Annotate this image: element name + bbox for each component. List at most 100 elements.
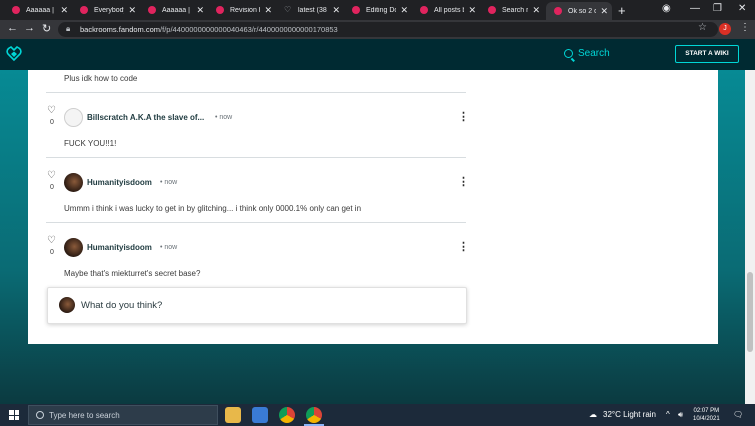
tab-3[interactable]: Aaaaaa | ✕ [140, 2, 208, 18]
close-icon[interactable]: ✕ [532, 5, 540, 16]
search-placeholder: Type here to search [49, 410, 120, 420]
reply-author[interactable]: Humanityisdoom [87, 178, 152, 187]
tab-1[interactable]: Aaaaaa | ✕ [4, 2, 72, 18]
like-count: 0 [50, 119, 54, 126]
address-bar[interactable]: 🔒︎ backrooms.fandom.com/f/p/440000000000… [58, 22, 718, 37]
search-icon [36, 411, 44, 419]
weather-text[interactable]: 32°C Light rain [603, 410, 656, 419]
tab-5[interactable]: ♡ latest (38 ✕ [276, 2, 344, 18]
close-icon[interactable]: ✕ [600, 6, 608, 17]
close-icon[interactable]: ✕ [60, 5, 68, 16]
url-path: /f/p/4400000000000040463/r/4400000000000… [160, 25, 338, 34]
profile-avatar[interactable]: J [719, 23, 731, 35]
reply-time: • now [160, 179, 178, 186]
browser-tab-strip: Aaaaaa | ✕ Everybody ✕ Aaaaaa | ✕ Revisi… [0, 0, 755, 20]
windows-start-icon[interactable] [9, 410, 19, 420]
fandom-icon [554, 7, 562, 15]
reply-time: • now [160, 244, 178, 251]
weather-icon[interactable]: ☁ [589, 410, 597, 419]
like-heart-icon[interactable]: ♡ [47, 105, 56, 116]
speaker-icon[interactable]: 🔊︎ [678, 410, 683, 420]
chevron-up-icon[interactable]: ^ [666, 410, 670, 419]
search-label: Search [578, 48, 610, 59]
tab-search-icon[interactable]: ◉ [662, 3, 671, 14]
fandom-logo-icon[interactable] [6, 46, 22, 62]
tab-title: Editing Do [366, 6, 397, 14]
reload-icon[interactable]: ↻ [42, 22, 51, 35]
comment-input[interactable]: What do you think? [47, 287, 467, 324]
clock-time: 02:07 PM [693, 408, 720, 414]
like-heart-icon[interactable]: ♡ [47, 170, 56, 181]
search-button[interactable]: Search [564, 48, 610, 59]
close-icon[interactable]: ✕ [332, 5, 340, 16]
url-domain: backrooms.fandom.com [80, 25, 161, 34]
reply-author[interactable]: Billscratch A.K.A the slave of... [87, 113, 204, 122]
photos-icon[interactable] [252, 407, 268, 423]
chrome-icon[interactable] [279, 407, 295, 423]
tab-title: Ok so 2 da [568, 7, 597, 15]
divider [46, 222, 466, 223]
reply-text: Plus idk how to code [64, 74, 138, 83]
like-heart-icon[interactable]: ♡ [47, 235, 56, 246]
chrome-active-icon[interactable] [304, 407, 324, 426]
fandom-icon [420, 6, 428, 14]
clock-date: 10/4/2021 [693, 416, 720, 422]
tab-title: Revision h [230, 6, 261, 14]
more-options-icon[interactable]: ⋮ [458, 240, 469, 253]
file-explorer-icon[interactable] [225, 407, 241, 423]
tab-title: All posts b [434, 6, 465, 14]
tab-6[interactable]: Editing Do ✕ [344, 2, 412, 18]
more-options-icon[interactable]: ⋮ [458, 110, 469, 123]
avatar[interactable] [64, 238, 83, 257]
restore-button[interactable]: ❐ [713, 3, 722, 14]
reply-text: Maybe that's miekturret's secret base? [64, 269, 201, 278]
tab-9-active[interactable]: Ok so 2 da ✕ [546, 2, 612, 20]
lock-icon: 🔒︎ [66, 24, 71, 33]
close-window-button[interactable]: ✕ [738, 3, 746, 14]
forward-icon[interactable]: → [24, 22, 35, 34]
tab-title: latest (38 [298, 6, 327, 14]
close-icon[interactable]: ✕ [468, 5, 476, 16]
minimize-button[interactable]: — [690, 3, 700, 14]
page-scrollbar[interactable] [745, 70, 755, 404]
close-icon[interactable]: ✕ [400, 5, 408, 16]
tab-4[interactable]: Revision h ✕ [208, 2, 276, 18]
new-tab-button[interactable]: + [618, 3, 626, 18]
divider [46, 92, 466, 93]
reply-time: • now [215, 114, 233, 121]
more-options-icon[interactable]: ⋮ [458, 175, 469, 188]
windows-taskbar: Type here to search ☁ 32°C Light rain ^ … [0, 404, 755, 426]
avatar[interactable] [64, 173, 83, 192]
taskbar-clock[interactable]: 02:07 PM 10/4/2021 [693, 407, 720, 423]
back-icon[interactable]: ← [7, 22, 18, 34]
fandom-icon [12, 6, 20, 14]
avatar [59, 297, 75, 313]
taskbar-search-input[interactable]: Type here to search [28, 405, 218, 425]
reply-text: Ummm i think i was lucky to get in by gl… [64, 204, 362, 213]
url-text: backrooms.fandom.com/f/p/440000000000004… [80, 25, 338, 34]
reply-author[interactable]: Humanityisdoom [87, 243, 152, 252]
start-a-wiki-button[interactable]: START A WIKI [675, 45, 739, 63]
tab-title: Aaaaaa | [26, 6, 54, 14]
close-icon[interactable]: ✕ [264, 5, 272, 16]
bookmark-star-icon[interactable]: ☆ [698, 22, 707, 33]
tab-7[interactable]: All posts b ✕ [412, 2, 480, 18]
avatar[interactable] [64, 108, 83, 127]
tab-title: Everybody [94, 6, 125, 14]
fandom-icon [352, 6, 360, 14]
comment-placeholder: What do you think? [81, 300, 163, 311]
notification-icon[interactable]: 🗨︎ [733, 410, 743, 419]
close-icon[interactable]: ✕ [128, 5, 136, 16]
like-count: 0 [50, 249, 54, 256]
close-icon[interactable]: ✕ [196, 5, 204, 16]
scrollbar-thumb[interactable] [747, 272, 753, 352]
fandom-header: Search START A WIKI [0, 39, 755, 70]
search-icon [564, 49, 573, 58]
tab-2[interactable]: Everybody ✕ [72, 2, 140, 18]
fandom-icon [488, 6, 496, 14]
browser-menu-icon[interactable]: ⋮ [740, 22, 750, 33]
tab-title: Search res [502, 6, 529, 14]
divider [46, 157, 466, 158]
reply-text: FUCK YOU!!1! [64, 139, 117, 148]
tab-8[interactable]: Search res ✕ [480, 2, 544, 18]
